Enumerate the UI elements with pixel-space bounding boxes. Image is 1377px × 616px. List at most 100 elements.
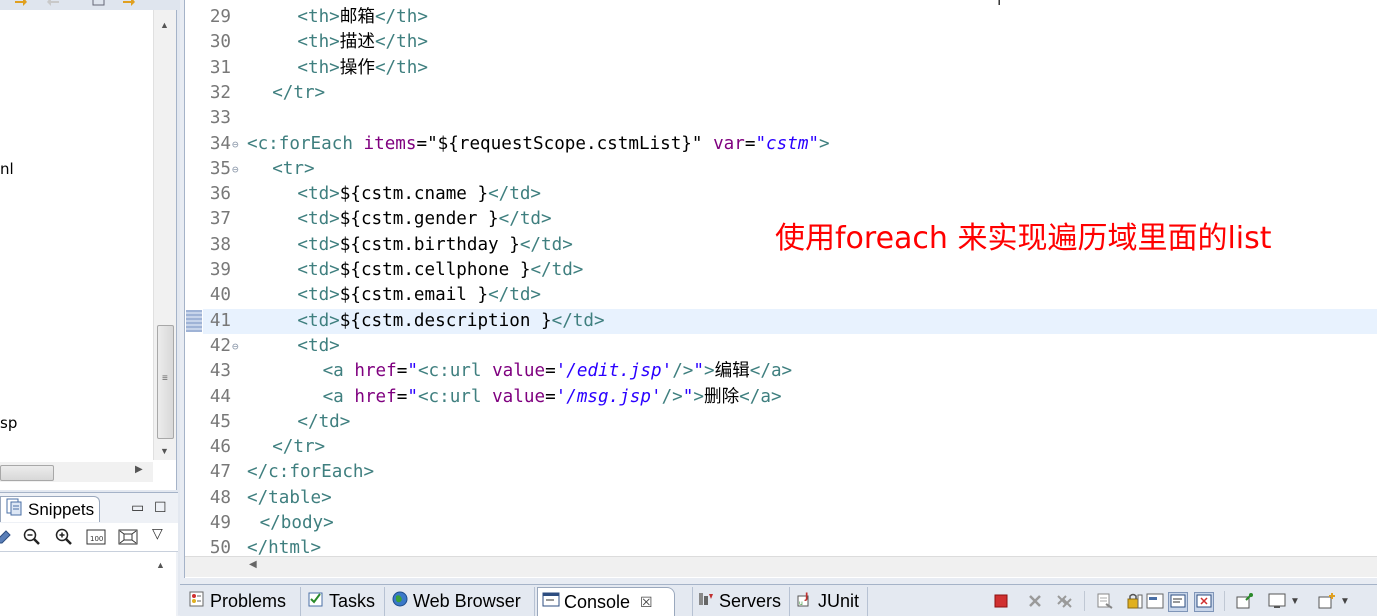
code-token: </c:forEach> — [247, 462, 375, 483]
pin-console-icon[interactable] — [1236, 592, 1254, 610]
code-line[interactable]: 30 <th>描述</th> — [203, 30, 1377, 55]
code-line[interactable]: 32 </tr> — [203, 81, 1377, 106]
scroll-left-icon[interactable]: ◀ — [249, 559, 257, 570]
tab-web-browser[interactable]: Web Browser — [387, 587, 535, 616]
fold-toggle-icon[interactable]: ⊖ — [232, 132, 239, 157]
code-line[interactable]: 48 </table> — [203, 486, 1377, 511]
editor-horizontal-scrollbar[interactable]: ◀ — [185, 556, 1377, 577]
tab-servers[interactable]: Servers — [692, 587, 790, 616]
code-text[interactable]: <th>操作</th> — [297, 56, 428, 81]
code-line[interactable]: 46 </tr> — [203, 435, 1377, 460]
tree-item-fragment[interactable]: nl — [0, 160, 14, 178]
maximize-icon[interactable]: ☐ — [154, 499, 167, 516]
code-text[interactable]: </tr> — [272, 81, 325, 106]
code-line[interactable]: 31 <th>操作</th> — [203, 56, 1377, 81]
zoom-out-icon[interactable] — [22, 527, 42, 547]
zoom-in-icon[interactable] — [54, 527, 74, 547]
code-line[interactable]: 36 <td>${cstm.cname }</td> — [203, 182, 1377, 207]
show-on-stderr-icon[interactable] — [1194, 592, 1214, 612]
code-text[interactable]: </td> — [297, 410, 350, 435]
code-token: <td> — [297, 260, 340, 280]
code-line[interactable]: 40 <td>${cstm.email }</td> — [203, 283, 1377, 308]
minimize-icon[interactable]: ▭ — [131, 499, 144, 516]
tab-snippets[interactable]: Snippets — [0, 496, 100, 522]
scroll-up-icon[interactable]: ▲ — [156, 560, 165, 570]
forward-arrow-icon[interactable] — [14, 0, 28, 6]
zoom-100-icon[interactable]: 100 — [86, 527, 106, 547]
code-line[interactable]: 29 <th>邮箱</th> — [203, 5, 1377, 30]
word-wrap-icon[interactable] — [1146, 592, 1164, 610]
scroll-thumb[interactable] — [0, 465, 54, 481]
code-line[interactable]: 34 ⊖ <c:forEach items="${requestScope.cstm… — [203, 132, 1377, 157]
explorer-vertical-scrollbar[interactable]: ▲ ≡ ▼ — [153, 10, 176, 460]
code-text[interactable]: <td>${cstm.birthday }</td> — [297, 233, 572, 258]
code-editor[interactable]: 29 <th>邮箱</th> 30 <th>描述</th> 31 <th>操作</th> 3… — [184, 0, 1377, 578]
code-text[interactable]: <td>${cstm.cellphone }</td> — [297, 258, 583, 283]
code-text[interactable]: <td> — [297, 334, 339, 359]
code-text[interactable]: </c:forEach> — [247, 460, 374, 485]
remove-launch-icon[interactable] — [1026, 592, 1044, 610]
tab-console[interactable]: Console ☒ — [537, 587, 675, 616]
open-console-icon[interactable] — [1318, 592, 1336, 610]
scroll-thumb[interactable]: ≡ — [157, 325, 174, 439]
show-on-stdout-icon[interactable] — [1168, 592, 1188, 612]
code-text[interactable]: <td>${cstm.gender }</td> — [297, 207, 551, 232]
code-text[interactable]: <th>邮箱</th> — [297, 5, 428, 30]
fold-toggle-icon[interactable]: ⊖ — [232, 334, 239, 359]
code-text[interactable]: <th>描述</th> — [297, 30, 428, 55]
tab-label: Console — [564, 591, 631, 612]
scroll-right-icon[interactable]: ▶ — [135, 464, 143, 475]
code-line[interactable]: 39 <td>${cstm.cellphone }</td> — [203, 258, 1377, 283]
code-token: </td> — [488, 285, 542, 306]
tab-problems[interactable]: Problems — [184, 587, 301, 616]
fit-view-icon[interactable] — [118, 527, 138, 547]
terminate-icon[interactable] — [992, 592, 1010, 610]
code-line[interactable]: 35 ⊖ <tr> — [203, 157, 1377, 182]
code-line[interactable]: 42 ⊖ <td> — [203, 334, 1377, 359]
close-icon[interactable]: ☒ — [640, 594, 653, 611]
code-token: </a> — [739, 386, 782, 407]
chevron-down-icon[interactable]: ▼ — [1290, 592, 1300, 610]
clear-console-icon[interactable] — [1096, 592, 1114, 610]
scroll-lock-icon[interactable] — [1126, 592, 1144, 610]
code-line[interactable]: 45 </td> — [203, 410, 1377, 435]
remove-all-icon[interactable] — [1056, 592, 1074, 610]
snippets-list[interactable]: ▲ — [0, 552, 176, 616]
fold-toggle-icon[interactable]: ⊖ — [232, 157, 239, 182]
display-console-icon[interactable] — [1268, 592, 1286, 610]
code-line[interactable]: 49 </body> — [203, 511, 1377, 536]
code-text[interactable]: <td>${cstm.cname }</td> — [297, 182, 541, 207]
explorer-horizontal-scrollbar[interactable]: ▶ — [0, 462, 153, 482]
left-toolbar — [0, 0, 180, 10]
code-line[interactable]: 43 <a href="<c:url value='/edit.jsp'/>">编… — [203, 359, 1377, 384]
code-text[interactable]: <td>${cstm.email }</td> — [297, 283, 541, 308]
code-text[interactable]: <a href="<c:url value='/msg.jsp'/>">删除</… — [323, 385, 782, 410]
next-arrow-icon[interactable] — [122, 0, 136, 6]
tab-tasks[interactable]: Tasks — [303, 587, 385, 616]
chevron-down-icon[interactable]: ▼ — [1340, 592, 1350, 610]
code-text[interactable]: <c:forEach items="${requestScope.cstmLis… — [247, 132, 830, 157]
back-arrow-icon[interactable] — [46, 0, 60, 6]
scroll-up-icon[interactable]: ▲ — [160, 20, 169, 30]
code-text[interactable]: </body> — [260, 511, 334, 536]
snippets-view: Snippets ▭ ☐ 100 ▽ ▲ — [0, 492, 178, 616]
code-token: href — [354, 386, 397, 407]
code-text[interactable]: <a href="<c:url value='/edit.jsp'/>">编辑<… — [323, 359, 793, 384]
tab-junit[interactable]: Ju JUnit — [792, 587, 868, 616]
code-line[interactable]: 44 <a href="<c:url value='/msg.jsp'/>">删除… — [203, 385, 1377, 410]
tree-item-fragment[interactable]: sp — [0, 414, 17, 432]
line-number: 46 — [209, 437, 231, 458]
code-line[interactable]: 33 — [203, 106, 1377, 131]
code-line[interactable]: 47 </c:forEach> — [203, 460, 1377, 485]
code-text[interactable]: </table> — [247, 486, 332, 511]
project-explorer[interactable]: nl sp — [0, 10, 177, 490]
scroll-down-icon[interactable]: ▼ — [160, 446, 169, 456]
edit-icon[interactable] — [0, 527, 14, 547]
code-token: > — [693, 386, 704, 407]
code-text[interactable]: </tr> — [272, 435, 325, 460]
view-menu-icon[interactable]: ▽ — [152, 525, 163, 542]
window-icon[interactable] — [92, 0, 106, 6]
code-text[interactable]: <td>${cstm.description }</td> — [297, 309, 604, 334]
code-line[interactable]: 41 <td>${cstm.description }</td> — [203, 308, 1377, 334]
code-text[interactable]: <tr> — [272, 157, 314, 182]
